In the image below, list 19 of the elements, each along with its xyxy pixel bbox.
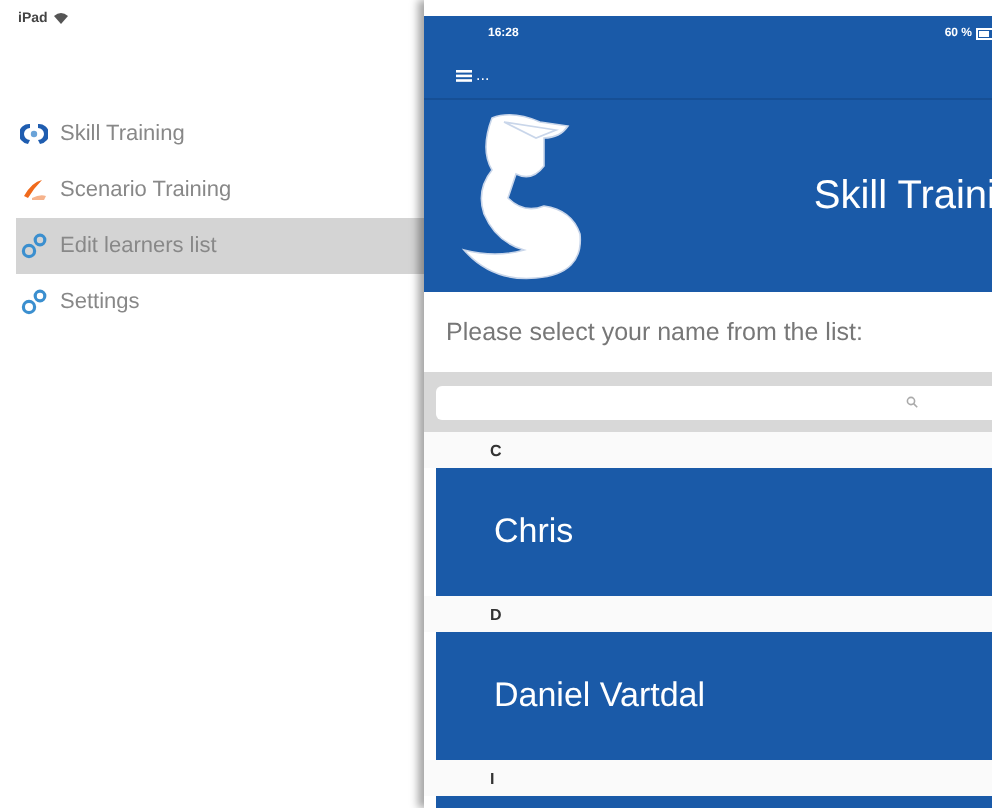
menu-icon[interactable] (456, 69, 472, 81)
scenario-training-icon (20, 178, 48, 202)
menu-item[interactable]: Edit learners list (16, 218, 424, 274)
menu-item[interactable]: Settings (16, 274, 424, 330)
section-letter: I (424, 760, 992, 796)
gears-icon (20, 232, 48, 260)
search-icon (906, 396, 918, 408)
menu-item[interactable]: Skill Training (16, 106, 424, 162)
instruction-text: Please select your name from the list: (444, 316, 865, 350)
learner-item[interactable]: Chris (436, 468, 992, 596)
menu-item[interactable]: Scenario Training (16, 162, 424, 218)
gears-icon (20, 288, 48, 316)
section-letter: C (424, 432, 992, 468)
menu-label: ... (476, 66, 490, 84)
search-field[interactable] (436, 385, 992, 419)
skill-training-icon (20, 122, 48, 146)
learner-item[interactable]: Daniel Vartdal (436, 632, 992, 760)
section-letter: D (424, 596, 992, 632)
wifi-icon (53, 12, 68, 24)
